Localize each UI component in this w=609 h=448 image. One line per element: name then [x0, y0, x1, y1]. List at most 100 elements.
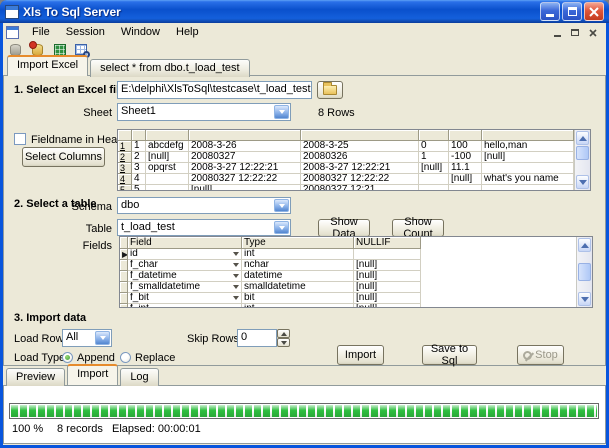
schema-select[interactable]: dbo [117, 197, 291, 214]
chevron-down-icon[interactable] [233, 307, 239, 308]
type-cell[interactable]: bit [242, 293, 354, 304]
grid-cell[interactable]: hello,man [482, 141, 574, 152]
dropdown-button[interactable] [274, 199, 289, 212]
append-radio[interactable] [62, 352, 73, 363]
grid-cell[interactable]: 4 [132, 174, 146, 185]
grid-cell[interactable]: 2 [132, 152, 146, 163]
replace-radio[interactable] [120, 352, 131, 363]
grid-cell[interactable]: 1 [419, 152, 449, 163]
spin-down-button[interactable] [277, 338, 290, 347]
grid-cell[interactable] [449, 185, 482, 191]
grid-cell[interactable]: -100 [449, 152, 482, 163]
dropdown-button[interactable] [95, 331, 110, 345]
scroll-up-button[interactable] [576, 131, 589, 145]
maximize-button[interactable] [562, 2, 582, 21]
excel-preview-grid[interactable]: 1 1 abcdefg 2008-3-26 2008-3-25 0 100 he… [117, 129, 591, 191]
menu-file[interactable]: File [25, 25, 57, 40]
type-cell[interactable]: smalldatetime [242, 282, 354, 293]
show-count-button[interactable]: Show Count [392, 219, 444, 237]
grid-cell[interactable]: [null] [482, 152, 574, 163]
scroll-down-button[interactable] [578, 292, 591, 306]
grid-cell[interactable]: [null] [189, 185, 301, 191]
grid-cell[interactable] [419, 185, 449, 191]
menu-session[interactable]: Session [59, 25, 112, 40]
nullif-cell[interactable]: [null] [354, 304, 421, 308]
show-data-button[interactable]: Show Data [318, 219, 370, 237]
grid-cell[interactable]: 20080327 12:22:22 [301, 174, 419, 185]
tab-log[interactable]: Log [120, 368, 158, 386]
browse-file-button[interactable] [317, 81, 343, 99]
grid-cell[interactable]: 0 [419, 141, 449, 152]
row-indicator[interactable]: 1 [118, 141, 132, 152]
chevron-down-icon[interactable] [233, 296, 239, 300]
field-cell[interactable]: f_char [128, 260, 242, 271]
menu-help[interactable]: Help [169, 25, 206, 40]
grid-cell[interactable]: [null] [419, 163, 449, 174]
grid-cell[interactable]: 2008-3-25 [301, 141, 419, 152]
nullif-cell[interactable] [354, 249, 421, 260]
chevron-down-icon[interactable] [233, 252, 239, 256]
grid-cell[interactable]: 20080327 [189, 152, 301, 163]
grid-cell[interactable]: 20080326 [301, 152, 419, 163]
sheet-select[interactable]: Sheet1 [117, 103, 291, 121]
skip-rows-input[interactable]: 0 [237, 329, 277, 347]
grid-cell[interactable]: 2008-3-26 [189, 141, 301, 152]
nullif-cell[interactable]: [null] [354, 271, 421, 282]
nullif-cell[interactable]: [null] [354, 260, 421, 271]
vertical-scrollbar[interactable] [576, 237, 592, 307]
grid-cell[interactable]: 2008-3-27 12:22:21 [301, 163, 419, 174]
field-cell[interactable]: f_smalldatetime [128, 282, 242, 293]
minimize-button[interactable] [540, 2, 560, 21]
dropdown-button[interactable] [274, 221, 289, 234]
grid-cell[interactable]: what's you name [482, 174, 574, 185]
tab-import[interactable]: Import [67, 364, 118, 385]
mdi-restore-button[interactable] [569, 27, 581, 39]
scroll-up-button[interactable] [578, 238, 591, 252]
tab-import-excel[interactable]: Import Excel [7, 55, 88, 76]
spin-up-button[interactable] [277, 329, 290, 338]
type-cell[interactable]: nchar [242, 260, 354, 271]
tab-preview[interactable]: Preview [6, 368, 65, 386]
menu-window[interactable]: Window [114, 25, 167, 40]
grid-cell[interactable]: 2008-3-27 12:22:21 [189, 163, 301, 174]
fields-grid[interactable]: Field Type NULLIF ▶ id int f_char nchar … [119, 236, 593, 308]
dropdown-button[interactable] [274, 105, 289, 119]
type-cell[interactable]: int [242, 304, 354, 308]
scroll-down-button[interactable] [576, 175, 589, 189]
grid-cell[interactable]: 100 [449, 141, 482, 152]
row-indicator[interactable]: 3 [118, 163, 132, 174]
grid-cell[interactable]: ... [146, 185, 189, 191]
grid-cell[interactable]: abcdefg [146, 141, 189, 152]
vertical-scrollbar[interactable] [574, 130, 590, 190]
close-button[interactable] [584, 2, 604, 21]
grid-cell[interactable]: 11.1 [449, 163, 482, 174]
grid-cell[interactable]: 5 [132, 185, 146, 191]
field-cell[interactable]: f_datetime [128, 271, 242, 282]
field-cell[interactable]: f_bit [128, 293, 242, 304]
load-rows-select[interactable]: All [62, 329, 112, 347]
scrollbar-thumb[interactable] [578, 263, 591, 281]
excel-file-input[interactable]: E:\delphi\XlsToSql\testcase\t_load_test.… [117, 81, 312, 99]
row-indicator[interactable]: 2 [118, 152, 132, 163]
row-indicator[interactable]: 5 [118, 185, 132, 191]
chevron-down-icon[interactable] [233, 263, 239, 267]
grid-cell[interactable]: 20080327 12:22:22 [189, 174, 301, 185]
grid-cell[interactable]: [null] [146, 152, 189, 163]
select-columns-button[interactable]: Select Columns [22, 147, 105, 167]
type-cell[interactable]: datetime [242, 271, 354, 282]
nullif-cell[interactable]: [null] [354, 293, 421, 304]
field-cell[interactable]: f_int [128, 304, 242, 308]
grid-cell[interactable] [419, 174, 449, 185]
type-cell[interactable]: int [242, 249, 354, 260]
grid-cell[interactable]: 3 [132, 163, 146, 174]
chevron-down-icon[interactable] [233, 285, 239, 289]
grid-cell[interactable] [146, 174, 189, 185]
tab-select-query[interactable]: select * from dbo.t_load_test [90, 59, 249, 77]
field-cell[interactable]: id [128, 249, 242, 260]
grid-cell[interactable]: opqrst [146, 163, 189, 174]
nullif-cell[interactable]: [null] [354, 282, 421, 293]
save-to-sql-button[interactable]: Save to Sql [422, 345, 477, 365]
grid-cell[interactable]: [null] [449, 174, 482, 185]
table-select[interactable]: t_load_test [117, 219, 291, 236]
scrollbar-thumb[interactable] [576, 146, 589, 160]
